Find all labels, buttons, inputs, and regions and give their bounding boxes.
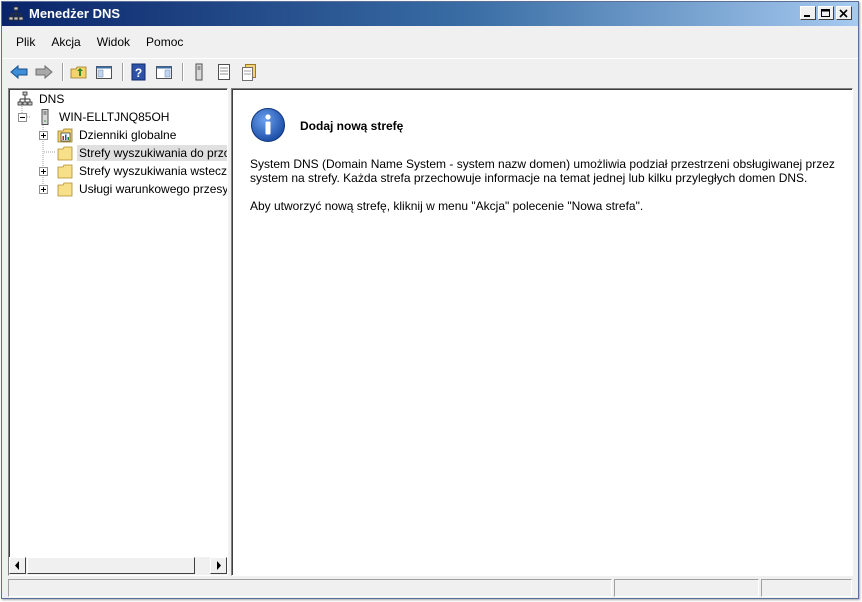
folder-icon — [57, 146, 73, 161]
event-log-icon — [57, 128, 73, 143]
tree-node-forward-lookup-zones[interactable]: Strefy wyszukiwania do przodu — [57, 144, 227, 162]
tree-node-reverse-lookup-zones[interactable]: Strefy wyszukiwania wstecznego — [57, 162, 228, 180]
scroll-left-button[interactable] — [9, 557, 26, 574]
title-bar[interactable]: Menedżer DNS — [2, 2, 858, 26]
new-zone-button[interactable] — [238, 61, 260, 83]
tree-expand-toggle[interactable] — [39, 131, 48, 140]
up-folder-icon — [70, 66, 87, 78]
server-icon — [195, 63, 203, 80]
toolbar-separator — [182, 62, 184, 81]
scrollbar-thumb[interactable] — [27, 557, 195, 574]
minimize-button[interactable] — [800, 6, 816, 20]
status-panel — [8, 579, 612, 597]
toolbar-separator — [62, 62, 64, 81]
menu-bar: Plik Akcja Widok Pomoc — [2, 31, 858, 53]
details-pane: Dodaj nową strefę System DNS (Domain Nam… — [231, 88, 853, 576]
toolbar: ? — [2, 58, 858, 84]
tree-label: Strefy wyszukiwania do przodu — [77, 145, 227, 161]
menu-widok[interactable]: Widok — [89, 35, 138, 49]
up-one-level-button[interactable] — [68, 61, 90, 83]
console-tree: DNS WIN-ELLTJNQ85OH Dzienniki globalne S… — [9, 89, 227, 555]
close-button[interactable] — [836, 6, 852, 20]
server-icon — [41, 109, 49, 125]
folder-icon — [57, 182, 73, 197]
scroll-right-button[interactable] — [210, 557, 227, 574]
menu-pomoc[interactable]: Pomoc — [138, 35, 191, 49]
dns-app-icon — [8, 6, 24, 21]
close-icon — [839, 9, 848, 18]
info-icon — [251, 108, 285, 142]
tree-label: Strefy wyszukiwania wstecznego — [79, 164, 228, 178]
action-pane-icon — [156, 65, 172, 79]
info-paragraph: Aby utworzyć nową strefę, kliknij w menu… — [250, 199, 644, 213]
new-zone-icon — [242, 63, 256, 81]
server-button[interactable] — [188, 61, 210, 83]
tree-node-server[interactable]: WIN-ELLTJNQ85OH — [37, 108, 171, 126]
console-tree-pane: DNS WIN-ELLTJNQ85OH Dzienniki globalne S… — [8, 88, 228, 576]
svg-text:?: ? — [135, 66, 142, 80]
dns-manager-window: Menedżer DNS Plik Akcja Widok Pomoc ? DN… — [1, 1, 859, 599]
tree-label: DNS — [39, 92, 65, 106]
action-pane-button[interactable] — [153, 61, 175, 83]
toolbar-separator — [122, 62, 124, 81]
tree-node-global-logs[interactable]: Dzienniki globalne — [57, 126, 178, 144]
info-body: System DNS (Domain Name System - system … — [250, 157, 840, 227]
minimize-icon — [804, 15, 810, 17]
back-arrow-icon — [10, 64, 28, 79]
menu-akcja[interactable]: Akcja — [43, 35, 88, 49]
arrow-right-icon — [217, 561, 221, 570]
folder-icon — [57, 164, 73, 179]
arrow-left-icon — [15, 561, 19, 570]
show-hide-tree-button[interactable] — [93, 61, 115, 83]
window-title: Menedżer DNS — [29, 6, 121, 21]
tree-label: WIN-ELLTJNQ85OH — [59, 110, 170, 124]
tree-expand-toggle[interactable] — [39, 167, 48, 176]
help-button[interactable]: ? — [128, 61, 150, 83]
tree-node-dns-root[interactable]: DNS — [17, 90, 66, 108]
status-panel — [761, 579, 852, 597]
show-hide-console-tree-icon — [96, 65, 112, 79]
menu-plik[interactable]: Plik — [2, 35, 43, 49]
forward-button[interactable] — [33, 61, 55, 83]
window-controls — [800, 6, 852, 22]
dns-icon — [17, 91, 33, 106]
status-panel — [614, 579, 759, 597]
list-view-icon — [218, 63, 230, 80]
info-paragraph: System DNS (Domain Name System - system … — [250, 157, 835, 185]
status-bar — [2, 577, 858, 597]
help-icon: ? — [131, 63, 146, 80]
maximize-icon — [821, 9, 830, 17]
tree-collapse-toggle[interactable] — [18, 113, 27, 122]
horizontal-scrollbar[interactable] — [9, 557, 227, 575]
back-button[interactable] — [8, 61, 30, 83]
info-title: Dodaj nową strefę — [300, 119, 404, 133]
tree-expand-toggle[interactable] — [39, 185, 48, 194]
tree-label: Usługi warunkowego przesyłania dalej — [79, 182, 228, 196]
tree-label: Dzienniki globalne — [79, 128, 177, 142]
forward-arrow-icon — [35, 64, 53, 79]
maximize-button[interactable] — [818, 6, 834, 20]
list-view-button[interactable] — [213, 61, 235, 83]
tree-node-conditional-forwarders[interactable]: Usługi warunkowego przesyłania dalej — [57, 180, 228, 198]
